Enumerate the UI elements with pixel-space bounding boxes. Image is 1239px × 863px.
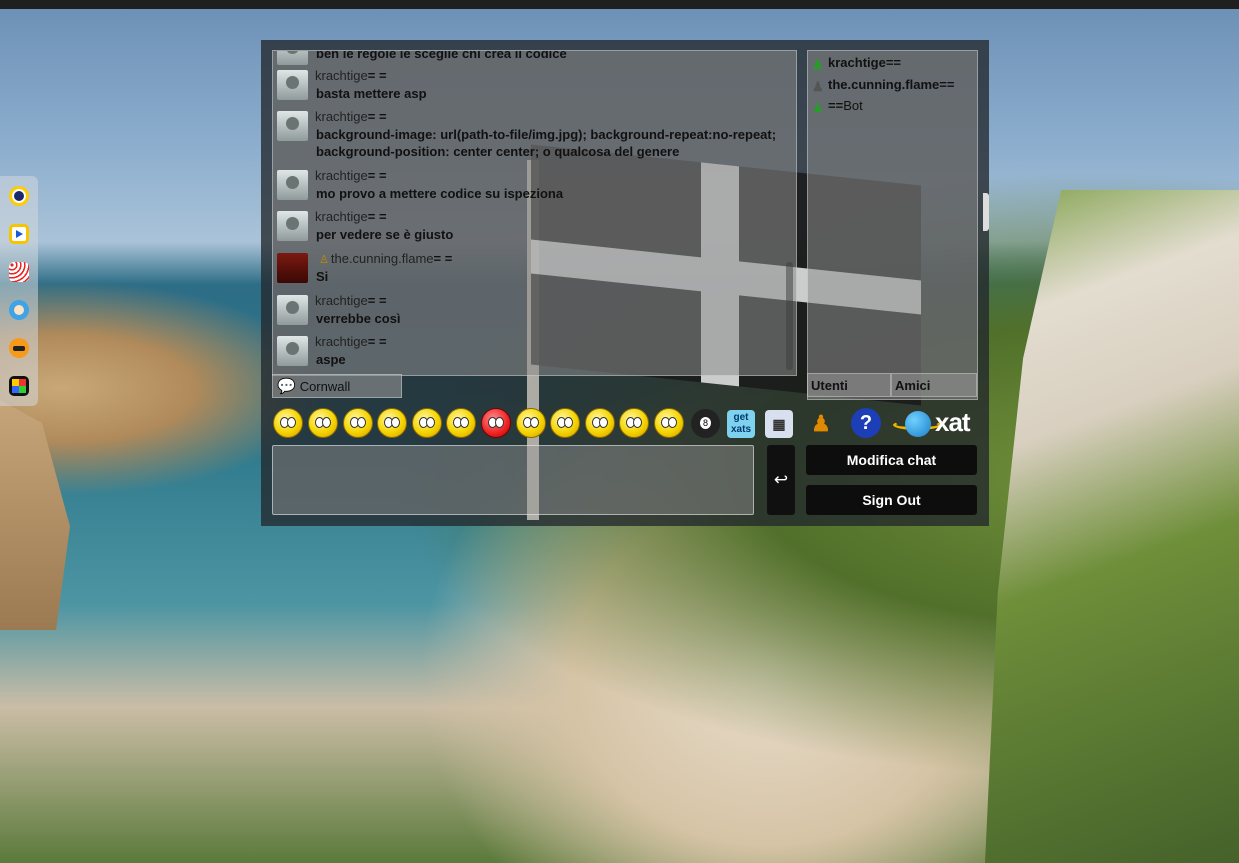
xat-logo-text: xat xyxy=(935,407,971,437)
message-text: per vedere se è giusto xyxy=(316,227,454,242)
group-users-icon[interactable]: ♟ xyxy=(807,410,835,438)
pokeball-icon[interactable] xyxy=(9,186,29,206)
color-blocks-icon[interactable] xyxy=(9,376,29,396)
message-username[interactable]: krachtige= = xyxy=(315,68,387,83)
send-button[interactable]: ↩ xyxy=(767,445,795,515)
help-icon[interactable]: ? xyxy=(851,408,881,438)
room-tab-label: Cornwall xyxy=(299,378,351,394)
orange-face-icon[interactable] xyxy=(9,338,29,358)
message-text: aspe xyxy=(316,352,346,367)
room-tab[interactable]: 💬 Cornwall xyxy=(272,374,402,398)
eight-ball-icon[interactable]: 8 xyxy=(691,409,720,438)
message-text: verrebbe così xyxy=(316,311,401,326)
angry-smiley-icon[interactable] xyxy=(481,408,511,438)
user-list-item[interactable]: ♟ krachtige== xyxy=(812,55,901,72)
message-username[interactable]: krachtige= = xyxy=(315,334,387,349)
blue-avatar-icon[interactable] xyxy=(9,300,29,320)
smiley-icon[interactable] xyxy=(308,408,338,438)
smiley-icon[interactable] xyxy=(377,408,407,438)
avatar[interactable] xyxy=(277,70,308,100)
message-text: basta mettere asp xyxy=(316,86,427,101)
rank-icon: ♙ xyxy=(319,254,329,266)
speech-bubble-icon: 💬 xyxy=(277,378,296,395)
message: krachtige= = background-image: url(path-… xyxy=(277,109,787,163)
power-store-icon[interactable]: ▦ xyxy=(765,410,793,438)
user-list-item[interactable]: ♟ ==Bot xyxy=(812,98,863,115)
message-text: Si xyxy=(316,269,329,284)
smiley-icon[interactable] xyxy=(516,408,546,438)
sign-out-button[interactable]: Sign Out xyxy=(806,485,977,515)
collapse-user-list-toggle[interactable] xyxy=(983,193,989,231)
play-icon[interactable] xyxy=(9,224,29,244)
message-username[interactable]: krachtige= = xyxy=(315,293,387,308)
message: krachtige= = mo provo a mettere codice s… xyxy=(277,168,787,204)
background-rock xyxy=(0,400,70,630)
message-username[interactable]: krachtige= = xyxy=(315,209,387,224)
user-list-panel: ♟ krachtige== ♟ the.cunning.flame== ♟ ==Bot xyxy=(807,50,978,400)
cool-smiley-icon[interactable] xyxy=(446,408,476,438)
avatar[interactable] xyxy=(277,336,308,366)
avatar[interactable] xyxy=(277,111,308,141)
tab-users[interactable]: Utenti xyxy=(807,373,891,397)
xat-logo[interactable]: xat xyxy=(893,407,979,440)
tab-friends[interactable]: Amici xyxy=(891,373,977,397)
message-text: background-image: url(path-to-file/img.j… xyxy=(316,127,777,159)
message: ben le regole le sceglie chi crea il cod… xyxy=(277,50,787,69)
edit-chat-button[interactable]: Modifica chat xyxy=(806,445,977,475)
smiley-bar: 8 get xats ▦ ♟ ? xat xyxy=(271,406,981,440)
message-text: mo provo a mettere codice su ispeziona xyxy=(316,186,564,201)
xat-planet-icon xyxy=(905,411,931,437)
gray-user-icon: ♟ xyxy=(812,79,824,94)
grid-dots-icon[interactable] xyxy=(9,262,29,282)
message: ♙ the.cunning.flame= = Si xyxy=(277,251,787,287)
bot-user-icon: ♟ xyxy=(812,100,824,115)
get-xats-label: get xats xyxy=(730,412,751,435)
message: krachtige= = verrebbe così xyxy=(277,293,787,329)
message-scrollbar[interactable] xyxy=(786,262,793,370)
avatar[interactable] xyxy=(277,295,308,325)
get-xats-icon[interactable]: get xats xyxy=(727,410,755,438)
message-username[interactable]: ♙ the.cunning.flame= = xyxy=(319,251,452,266)
sad-smiley-icon[interactable] xyxy=(585,408,615,438)
green-user-icon: ♟ xyxy=(812,57,824,72)
message-input[interactable] xyxy=(272,445,754,515)
crying-smiley-icon[interactable] xyxy=(619,408,649,438)
message-username[interactable]: krachtige= = xyxy=(315,168,387,183)
help-label: ? xyxy=(859,412,873,434)
message-username[interactable]: krachtige= = xyxy=(315,109,387,124)
user-list-item[interactable]: ♟ the.cunning.flame== xyxy=(812,77,954,94)
message-panel[interactable]: ben le regole le sceglie chi crea il cod… xyxy=(272,50,797,376)
avatar[interactable] xyxy=(277,51,308,65)
message: krachtige= = per vedere se è giusto xyxy=(277,209,787,245)
browser-top-bar xyxy=(0,0,1239,9)
avatar[interactable] xyxy=(277,211,308,241)
smiley-icon[interactable] xyxy=(412,408,442,438)
avatar[interactable] xyxy=(277,170,308,200)
smiley-icon[interactable] xyxy=(550,408,580,438)
background-cliff xyxy=(985,190,1239,863)
smiley-icon[interactable] xyxy=(654,408,684,438)
avatar[interactable] xyxy=(277,253,308,283)
smiley-icon[interactable] xyxy=(343,408,373,438)
message: krachtige= = aspe xyxy=(277,334,787,370)
message: krachtige= = basta mettere asp xyxy=(277,68,787,104)
smiley-icon[interactable] xyxy=(273,408,303,438)
app-dock xyxy=(0,176,38,406)
message-text: ben le regole le sceglie chi crea il cod… xyxy=(316,50,567,61)
